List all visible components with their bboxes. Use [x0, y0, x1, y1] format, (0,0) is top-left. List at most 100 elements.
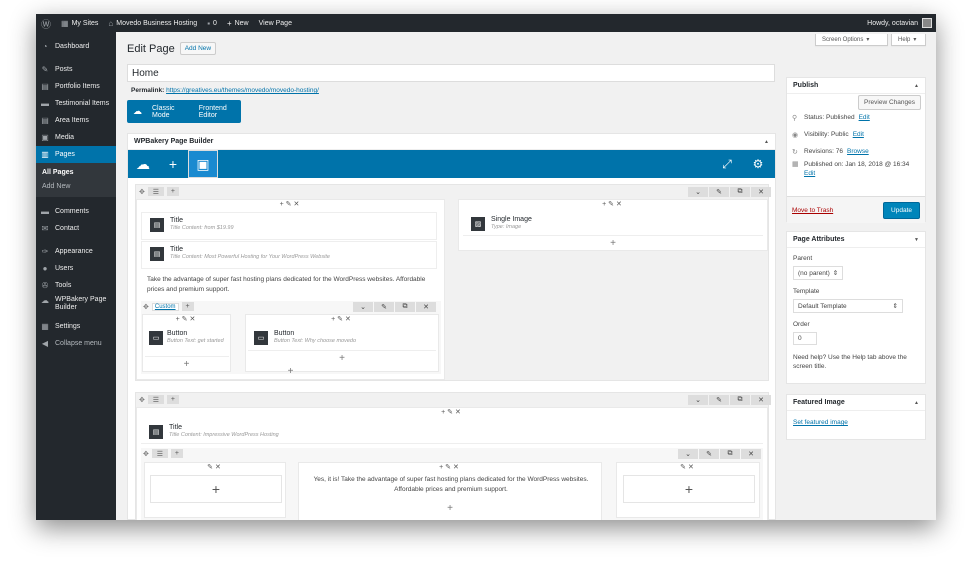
- add-element-icon[interactable]: +: [246, 353, 438, 364]
- sidebar-item-users[interactable]: ● Users: [36, 260, 116, 277]
- sidebar-item-posts[interactable]: ✎ Posts: [36, 61, 116, 78]
- fullscreen-icon[interactable]: ⤢: [713, 150, 741, 178]
- add-element-icon[interactable]: +: [158, 150, 188, 178]
- sidebar-item-dashboard[interactable]: ◔ Dashboard: [36, 38, 116, 55]
- add-column-icon[interactable]: +: [181, 302, 194, 311]
- layout-icon[interactable]: ☰: [147, 187, 164, 196]
- wordpress-logo-icon[interactable]: Ⓦ: [36, 14, 56, 32]
- builder-header[interactable]: WPBakery Page Builder ▲: [128, 134, 775, 150]
- featured-image-header[interactable]: Featured Image ▲: [787, 395, 925, 411]
- caret-up-icon[interactable]: ▲: [914, 400, 919, 406]
- edit-icon[interactable]: ✎: [709, 395, 729, 405]
- comments-link[interactable]: ▪ 0: [202, 14, 222, 32]
- frontend-editor-button[interactable]: Frontend Editor: [199, 105, 241, 119]
- clone-icon[interactable]: ⧉: [720, 449, 740, 459]
- element-title-3[interactable]: ▤ Title Title Content: Impressive WordPre…: [141, 420, 763, 444]
- title-input[interactable]: Home: [127, 64, 775, 82]
- column-controls[interactable]: +✎✕: [137, 408, 767, 416]
- clone-icon[interactable]: ⧉: [730, 187, 750, 197]
- column-controls[interactable]: ✎✕: [617, 463, 759, 471]
- edit-status-link[interactable]: Edit: [859, 114, 870, 121]
- sidebar-item-area[interactable]: ▤ Area Items: [36, 112, 116, 129]
- edit-date-link[interactable]: Edit: [804, 170, 815, 177]
- add-column-icon[interactable]: +: [170, 449, 183, 458]
- edit-icon[interactable]: ✎: [699, 449, 719, 459]
- view-page-link[interactable]: View Page: [254, 14, 297, 32]
- column-controls[interactable]: +✎✕: [143, 315, 230, 323]
- delete-icon[interactable]: ✕: [741, 449, 761, 459]
- caret-down-icon[interactable]: ▼: [914, 237, 919, 243]
- sidebar-item-settings[interactable]: ▦ Settings: [36, 318, 116, 335]
- column-controls[interactable]: +✎✕: [459, 200, 767, 208]
- move-to-trash-link[interactable]: Move to Trash: [792, 207, 833, 214]
- publish-header[interactable]: Publish ▲: [787, 78, 925, 94]
- move-icon[interactable]: ✥: [139, 188, 145, 196]
- custom-layout-link[interactable]: Custom: [151, 302, 179, 311]
- column-controls[interactable]: +✎✕: [299, 463, 601, 471]
- add-new-button[interactable]: Add New: [179, 42, 217, 55]
- clone-icon[interactable]: ⧉: [395, 302, 415, 312]
- page-attributes-header[interactable]: Page Attributes ▼: [787, 232, 925, 248]
- add-element-icon[interactable]: +: [299, 503, 601, 514]
- collapse-menu[interactable]: ◀ Collapse menu: [36, 335, 116, 352]
- add-column-icon[interactable]: +: [166, 395, 179, 404]
- add-element-icon[interactable]: +: [150, 475, 282, 503]
- new-link[interactable]: + New: [222, 14, 254, 32]
- sidebar-item-portfolio[interactable]: ▤ Portfolio Items: [36, 78, 116, 95]
- column-controls[interactable]: ✎✕: [145, 463, 285, 471]
- move-icon[interactable]: ✥: [143, 450, 149, 458]
- move-icon[interactable]: ✥: [139, 396, 145, 404]
- set-featured-image-link[interactable]: Set featured image: [793, 419, 848, 426]
- order-input[interactable]: 0: [793, 332, 817, 345]
- sidebar-item-media[interactable]: ▣ Media: [36, 129, 116, 146]
- toggle-icon[interactable]: ⌄: [688, 187, 708, 197]
- update-button[interactable]: Update: [883, 201, 920, 219]
- submenu-add-new[interactable]: Add New: [36, 180, 116, 194]
- element-text-2[interactable]: Yes, it is! Take the advantage of super …: [313, 475, 589, 495]
- sidebar-item-wpbakery[interactable]: ☁ WPBakery Page Builder: [36, 294, 116, 318]
- site-name-link[interactable]: ⌂ Movedo Business Hosting: [103, 14, 202, 32]
- wpbakery-logo-icon[interactable]: ☁: [128, 150, 158, 178]
- sidebar-item-contact[interactable]: ✉ Contact: [36, 220, 116, 237]
- my-sites-link[interactable]: ▦ My Sites: [56, 14, 103, 32]
- edit-visibility-link[interactable]: Edit: [853, 131, 864, 138]
- classic-mode-button[interactable]: Classic Mode: [152, 105, 189, 119]
- add-column-icon[interactable]: +: [166, 187, 179, 196]
- column-controls[interactable]: +✎✕: [246, 315, 438, 323]
- toggle-icon[interactable]: ⌄: [353, 302, 373, 312]
- templates-icon[interactable]: ▣: [188, 150, 218, 178]
- layout-icon[interactable]: ☰: [151, 449, 168, 458]
- permalink-url[interactable]: https://greatives.eu/themes/movedo/moved…: [166, 87, 319, 94]
- caret-up-icon[interactable]: ▲: [764, 139, 769, 145]
- sidebar-item-tools[interactable]: ✇ Tools: [36, 277, 116, 294]
- browse-revisions-link[interactable]: Browse: [847, 148, 869, 155]
- toggle-icon[interactable]: ⌄: [678, 449, 698, 459]
- help-button[interactable]: Help ▾: [891, 34, 926, 46]
- element-title-1[interactable]: ▤ Title Title Content: from $19.99: [141, 212, 437, 240]
- screen-options-button[interactable]: Screen Options ▾: [815, 34, 888, 46]
- parent-select[interactable]: (no parent) ⇕: [793, 266, 844, 280]
- sidebar-item-comments[interactable]: ▬ Comments: [36, 203, 116, 220]
- clone-icon[interactable]: ⧉: [730, 395, 750, 405]
- element-button-2[interactable]: ▭ Button Button Text: Why choose movedo: [248, 327, 436, 351]
- edit-icon[interactable]: ✎: [709, 187, 729, 197]
- add-element-icon[interactable]: +: [623, 475, 755, 503]
- preview-changes-button[interactable]: Preview Changes: [858, 95, 921, 110]
- sidebar-item-appearance[interactable]: ✑ Appearance: [36, 243, 116, 260]
- sidebar-item-testimonial[interactable]: ▬ Testimonial Items: [36, 95, 116, 112]
- add-element-icon[interactable]: +: [137, 366, 444, 377]
- element-text-1[interactable]: Take the advantage of super fast hosting…: [147, 275, 432, 295]
- delete-icon[interactable]: ✕: [751, 187, 771, 197]
- template-select[interactable]: Default Template ⇕: [793, 299, 903, 313]
- element-button-1[interactable]: ▭ Button Button Text: get started: [145, 327, 229, 357]
- element-title-2[interactable]: ▤ Title Title Content: Most Powerful Host…: [141, 241, 437, 269]
- edit-icon[interactable]: ✎: [374, 302, 394, 312]
- settings-gear-icon[interactable]: ⚙: [744, 150, 772, 178]
- submenu-all-pages[interactable]: All Pages: [36, 166, 116, 180]
- element-single-image[interactable]: ▨ Single Image Type: Image: [463, 212, 763, 236]
- toggle-icon[interactable]: ⌄: [688, 395, 708, 405]
- sidebar-item-pages[interactable]: ▥ Pages: [36, 146, 116, 163]
- layout-icon[interactable]: ☰: [147, 395, 164, 404]
- account-menu[interactable]: Howdy, octavian: [867, 14, 932, 32]
- caret-up-icon[interactable]: ▲: [914, 83, 919, 89]
